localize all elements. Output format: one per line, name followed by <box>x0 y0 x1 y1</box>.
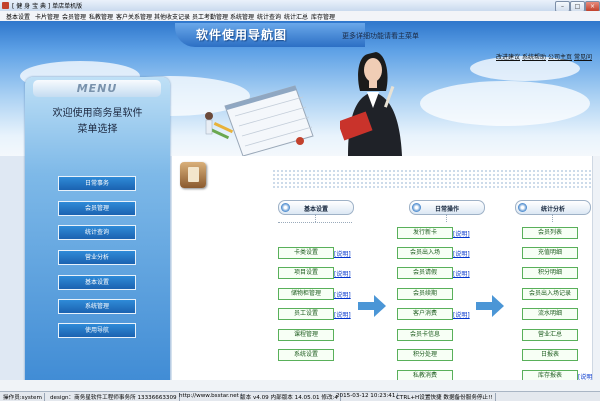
btn-item-settings[interactable]: 项目设置 <box>278 267 334 279</box>
link-help[interactable]: 系统帮助 <box>522 52 546 61</box>
btn-member-checkin[interactable]: 会员出入场 <box>397 247 453 259</box>
menu-basic-settings[interactable]: 基本设置 <box>6 12 30 21</box>
help-link-consumption[interactable]: [说明] <box>453 310 470 319</box>
btn-recharge-details[interactable]: 充值明细 <box>522 247 578 259</box>
btn-member-leave[interactable]: 会员请假 <box>397 267 453 279</box>
side-btn-stats[interactable]: 统计查询 <box>58 225 136 240</box>
btn-course-management[interactable]: 课程管理 <box>278 329 334 341</box>
menu-private-coach[interactable]: 私教管理 <box>89 12 113 21</box>
menu-attendance[interactable]: 员工考勤管理 <box>192 12 228 21</box>
btn-system-settings[interactable]: 系统设置 <box>278 349 334 361</box>
menu-choose-text: 菜单选择 <box>77 124 118 135</box>
flow-arrow-right-icon <box>476 295 504 317</box>
link-feedback[interactable]: 改进建议 <box>496 52 520 61</box>
app-icon <box>2 2 9 9</box>
menu-inventory[interactable]: 库存管理 <box>311 12 335 21</box>
btn-staff-settings[interactable]: 员工设置 <box>278 308 334 320</box>
help-link-card-type[interactable]: [说明] <box>334 249 351 258</box>
link-faq[interactable]: 常见问 <box>574 52 592 61</box>
btn-daily-report[interactable]: 日报表 <box>522 349 578 361</box>
btn-transaction-details[interactable]: 流水明细 <box>522 308 578 320</box>
calendar-illustration <box>205 85 314 156</box>
section-basic-header: 基本设置 <box>278 200 354 215</box>
btn-member-card-info[interactable]: 会员卡信息 <box>397 329 453 341</box>
dotted-band <box>272 169 592 189</box>
side-btn-basic[interactable]: 基本设置 <box>58 275 136 290</box>
side-btn-daily[interactable]: 日常事务 <box>58 176 136 191</box>
status-datetime: 2015-03-12 10:23:41 <box>336 393 399 399</box>
btn-issue-new-card[interactable]: 发行新卡 <box>397 227 453 239</box>
menu-other-income[interactable]: 其他收支记录 <box>154 12 190 21</box>
link-homepage[interactable]: 公司主页 <box>548 52 572 61</box>
menu-system[interactable]: 系统管理 <box>230 12 254 21</box>
btn-customer-consumption[interactable]: 客户消费 <box>397 308 453 320</box>
help-link-checkin[interactable]: [说明] <box>453 249 470 258</box>
menu-member-management[interactable]: 会员管理 <box>62 12 86 21</box>
menu-panel: MENU 欢迎使用商务星软件 菜单选择 日常事务 会员管理 统计查询 营业分析 … <box>25 77 170 400</box>
side-btn-system[interactable]: 系统管理 <box>58 299 136 314</box>
btn-locker-management[interactable]: 储物柜管理 <box>278 288 334 300</box>
menu-crm[interactable]: 客户关系管理 <box>116 12 152 21</box>
side-btn-guide[interactable]: 使用导航 <box>58 323 136 338</box>
businesswoman-illustration <box>340 52 402 156</box>
help-link-leave[interactable]: [说明] <box>453 269 470 278</box>
btn-points-processing[interactable]: 积分处理 <box>397 349 453 361</box>
btn-points-details[interactable]: 积分明细 <box>522 267 578 279</box>
page-subtitle: 更多详细功能请看主菜单 <box>342 32 419 40</box>
help-link-new-card[interactable]: [说明] <box>453 229 470 238</box>
menu-stats-query[interactable]: 统计查询 <box>257 12 281 21</box>
menu-stats-summary[interactable]: 统计汇总 <box>284 12 308 21</box>
btn-card-type-settings[interactable]: 卡类设置 <box>278 247 334 259</box>
btn-business-summary[interactable]: 营业汇总 <box>522 329 578 341</box>
flow-arrow-right-icon <box>358 295 386 317</box>
welcome-text: 欢迎使用商务星软件 <box>52 108 143 119</box>
menu-card-management[interactable]: 卡片管理 <box>35 12 59 21</box>
window-title: [ 健 身 宝 典 ] 单店单机版 <box>12 3 83 10</box>
btn-member-list[interactable]: 会员列表 <box>522 227 578 239</box>
side-btn-member[interactable]: 会员管理 <box>58 201 136 216</box>
menu-title: MENU <box>76 82 118 95</box>
section-stats-header: 统计分析 <box>515 200 591 215</box>
help-link-staff[interactable]: [说明] <box>334 310 351 319</box>
vertical-scrollbar[interactable] <box>592 156 600 380</box>
section-daily-header: 日常操作 <box>409 200 485 215</box>
page-title: 软件使用导航图 <box>196 28 288 42</box>
help-link-locker[interactable]: [说明] <box>334 290 351 299</box>
side-btn-business[interactable]: 营业分析 <box>58 250 136 265</box>
address-book-icon <box>180 162 206 188</box>
status-website[interactable]: http://www.bsstar.net <box>179 393 242 399</box>
btn-checkin-records[interactable]: 会员出入场记录 <box>522 288 578 300</box>
btn-member-renewal[interactable]: 会员续期 <box>397 288 453 300</box>
lower-panel-strip <box>0 380 600 391</box>
navigation-flow: 基本设置 日常操作 统计分析 卡类设置 [说明] 项目设置 [说明] 储物柜管理… <box>172 156 600 382</box>
help-link-item[interactable]: [说明] <box>334 269 351 278</box>
menu-cap: MENU <box>33 80 161 97</box>
